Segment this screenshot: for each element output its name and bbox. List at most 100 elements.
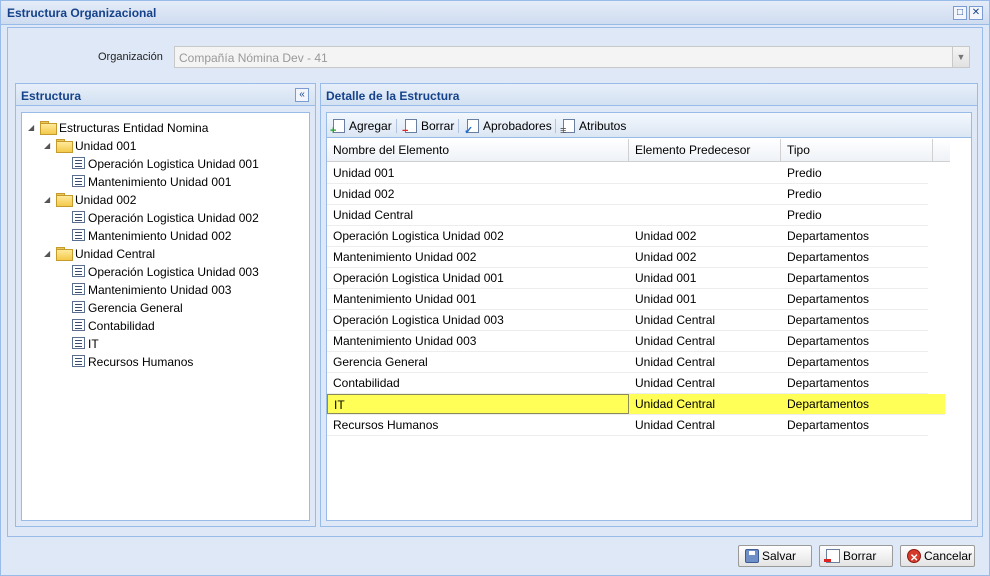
table-row[interactable]: Operación Logistica Unidad 003 Unidad Cen… [327, 310, 928, 331]
folder-icon [40, 121, 57, 135]
tree-leaf-node[interactable]: IT [60, 335, 99, 353]
add-button[interactable]: + Agregar [330, 118, 392, 137]
folder-icon [56, 193, 73, 207]
add-icon: + [330, 119, 345, 137]
table-row[interactable]: Mantenimiento Unidad 003 Unidad Central De… [327, 331, 928, 352]
column-header-predecessor[interactable]: Elemento Predecesor [629, 139, 781, 162]
document-icon [72, 355, 85, 367]
cell-name: Unidad 001 [333, 166, 395, 180]
table-row[interactable]: Unidad 001 Predio [327, 163, 928, 184]
maximize-icon[interactable]: □ [953, 6, 967, 20]
cancel-button-label: Cancelar [924, 549, 973, 563]
table-row[interactable]: Gerencia General Unidad Central Departamen… [327, 352, 928, 373]
expand-arrow-icon[interactable]: ◢ [28, 119, 40, 137]
cell-predecessor: Unidad 001 [635, 292, 697, 306]
structure-panel: Estructura « ◢ Estructuras Entidad Nomina… [15, 83, 316, 527]
tree-node-label: Operación Logistica Unidad 002 [88, 211, 259, 225]
cell-predecessor: Unidad 001 [635, 271, 697, 285]
cell-predecessor: Unidad Central [635, 334, 716, 348]
tree-node-label: Mantenimiento Unidad 003 [88, 283, 232, 297]
structure-panel-title: Estructura [21, 89, 82, 103]
tree-leaf-node[interactable]: Gerencia General [60, 299, 183, 317]
tree-folder-node[interactable]: ◢ Estructuras Entidad Nomina [28, 119, 208, 137]
cancel-button[interactable]: Cancelar [900, 545, 975, 569]
structure-panel-header: Estructura « [16, 84, 315, 106]
table-row[interactable]: Unidad 002 Predio [327, 184, 928, 205]
tree-leaf-node[interactable]: Mantenimiento Unidad 003 [60, 281, 231, 299]
folder-icon [56, 139, 73, 153]
tree-folder-node[interactable]: ◢ Unidad 002 [44, 191, 136, 209]
cell-name: Gerencia General [333, 355, 428, 369]
table-row[interactable]: Operación Logistica Unidad 001 Unidad 001… [327, 268, 928, 289]
document-icon [72, 319, 85, 331]
table-row-selected[interactable]: IT Unidad Central Departamentos [327, 394, 945, 415]
cell-type: Departamentos [787, 376, 870, 390]
toolbar-separator [555, 119, 556, 133]
table-row[interactable]: Operación Logistica Unidad 002 Unidad 002… [327, 226, 928, 247]
expand-arrow-icon[interactable]: ◢ [44, 245, 56, 263]
column-header-name[interactable]: Nombre del Elemento [327, 139, 629, 162]
tree-node-label: Contabilidad [88, 319, 155, 333]
collapse-icon[interactable]: « [295, 88, 309, 102]
cell-type: Departamentos [787, 292, 870, 306]
organization-value: Compañía Nómina Dev - 41 [179, 51, 328, 65]
table-row[interactable]: Recursos Humanos Unidad Central Departamen… [327, 415, 928, 436]
detail-panel-header: Detalle de la Estructura [321, 84, 977, 106]
detail-toolbar: + Agregar − Borrar ✓ Aprobadores ≡ Atributos [327, 113, 971, 138]
tree-leaf-node[interactable]: Operación Logistica Unidad 001 [60, 155, 259, 173]
cell-predecessor: Unidad Central [635, 355, 716, 369]
cell-type: Predio [787, 187, 822, 201]
delete-icon: − [402, 119, 417, 137]
document-icon [72, 265, 85, 277]
save-button[interactable]: Salvar [738, 545, 812, 567]
tree-folder-node[interactable]: ◢ Unidad 001 [44, 137, 136, 155]
chevron-down-icon[interactable]: ▼ [952, 47, 969, 67]
cell-type: Departamentos [787, 229, 870, 243]
table-row[interactable]: Mantenimiento Unidad 002 Unidad 002 Depart… [327, 247, 928, 268]
delete-button[interactable]: − Borrar [402, 118, 454, 137]
approvers-button[interactable]: ✓ Aprobadores [464, 118, 552, 137]
toolbar-separator [396, 119, 397, 133]
detail-grid-container: + Agregar − Borrar ✓ Aprobadores ≡ Atributos [326, 112, 972, 521]
table-row[interactable]: Unidad Central Predio [327, 205, 928, 226]
tree-leaf-node[interactable]: Recursos Humanos [60, 353, 193, 371]
tree-leaf-node[interactable]: Operación Logistica Unidad 003 [60, 263, 259, 281]
delete-icon [824, 549, 840, 563]
cell-name: Contabilidad [333, 376, 400, 390]
organizational-structure-window: Estructura Organizacional □ ✕ Organizaci… [0, 0, 990, 576]
cell-name: Operación Logistica Unidad 001 [333, 271, 504, 285]
document-icon [72, 157, 85, 169]
column-header-type[interactable]: Tipo [781, 139, 933, 162]
close-icon[interactable]: ✕ [969, 6, 983, 20]
tree-leaf-node[interactable]: Mantenimiento Unidad 001 [60, 173, 231, 191]
cell-type: Departamentos [787, 355, 870, 369]
folder-icon [56, 247, 73, 261]
organization-label: Organización [98, 51, 163, 63]
footer-delete-button[interactable]: Borrar [819, 545, 893, 567]
document-icon [72, 211, 85, 223]
cell-type: Departamentos [787, 250, 870, 264]
tree-leaf-node[interactable]: Mantenimiento Unidad 002 [60, 227, 231, 245]
tree-leaf-node[interactable]: Operación Logistica Unidad 002 [60, 209, 259, 227]
cell-predecessor [629, 184, 781, 204]
expand-arrow-icon[interactable]: ◢ [44, 191, 56, 209]
organization-select[interactable]: Compañía Nómina Dev - 41 ▼ [174, 46, 970, 68]
add-button-label: Agregar [349, 119, 392, 133]
table-row[interactable]: Mantenimiento Unidad 001 Unidad 001 Depart… [327, 289, 928, 310]
tree-node-label: Mantenimiento Unidad 001 [88, 175, 232, 189]
table-row[interactable]: Contabilidad Unidad Central Departamentos [327, 373, 928, 394]
cancel-icon [907, 549, 921, 569]
document-icon [72, 175, 85, 187]
tree-node-label: Mantenimiento Unidad 002 [88, 229, 232, 243]
cell-name: Operación Logistica Unidad 003 [333, 313, 504, 327]
cell-predecessor: Unidad Central [635, 397, 716, 411]
toolbar-separator [458, 119, 459, 133]
tree-node-label: IT [88, 337, 99, 351]
tree-leaf-node[interactable]: Contabilidad [60, 317, 155, 335]
window-header: Estructura Organizacional □ ✕ [1, 1, 989, 25]
expand-arrow-icon[interactable]: ◢ [44, 137, 56, 155]
attributes-button[interactable]: ≡ Atributos [560, 118, 626, 137]
tree-folder-node[interactable]: ◢ Unidad Central [44, 245, 155, 263]
detail-panel-title: Detalle de la Estructura [326, 89, 460, 103]
cell-name: Mantenimiento Unidad 003 [333, 334, 477, 348]
